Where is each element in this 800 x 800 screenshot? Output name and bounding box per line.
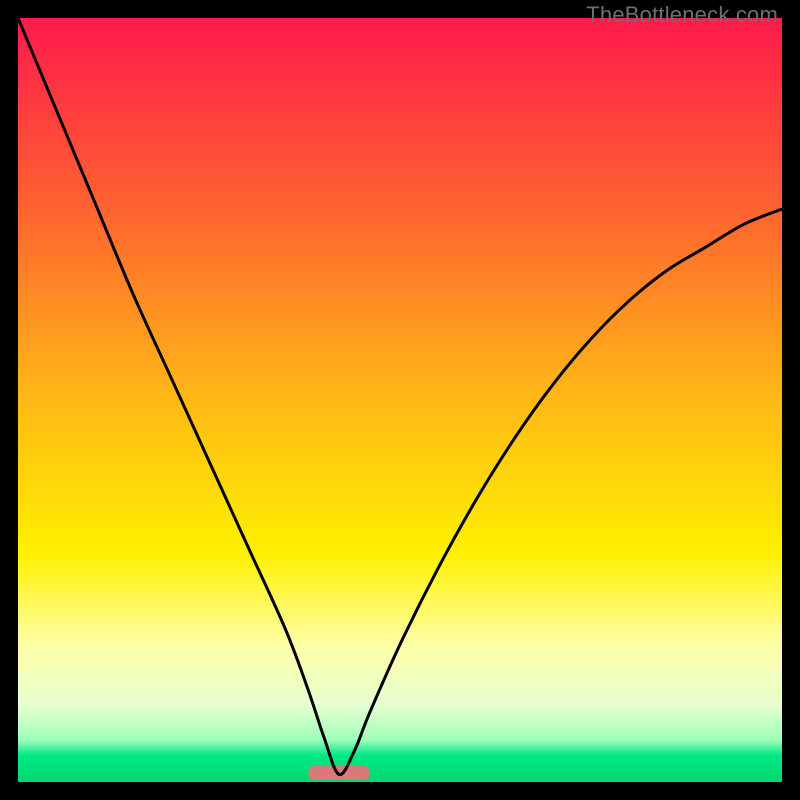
gradient-background xyxy=(18,18,782,782)
chart-frame xyxy=(18,18,782,782)
watermark-text: TheBottleneck.com xyxy=(586,2,778,28)
bottleneck-chart xyxy=(18,18,782,782)
